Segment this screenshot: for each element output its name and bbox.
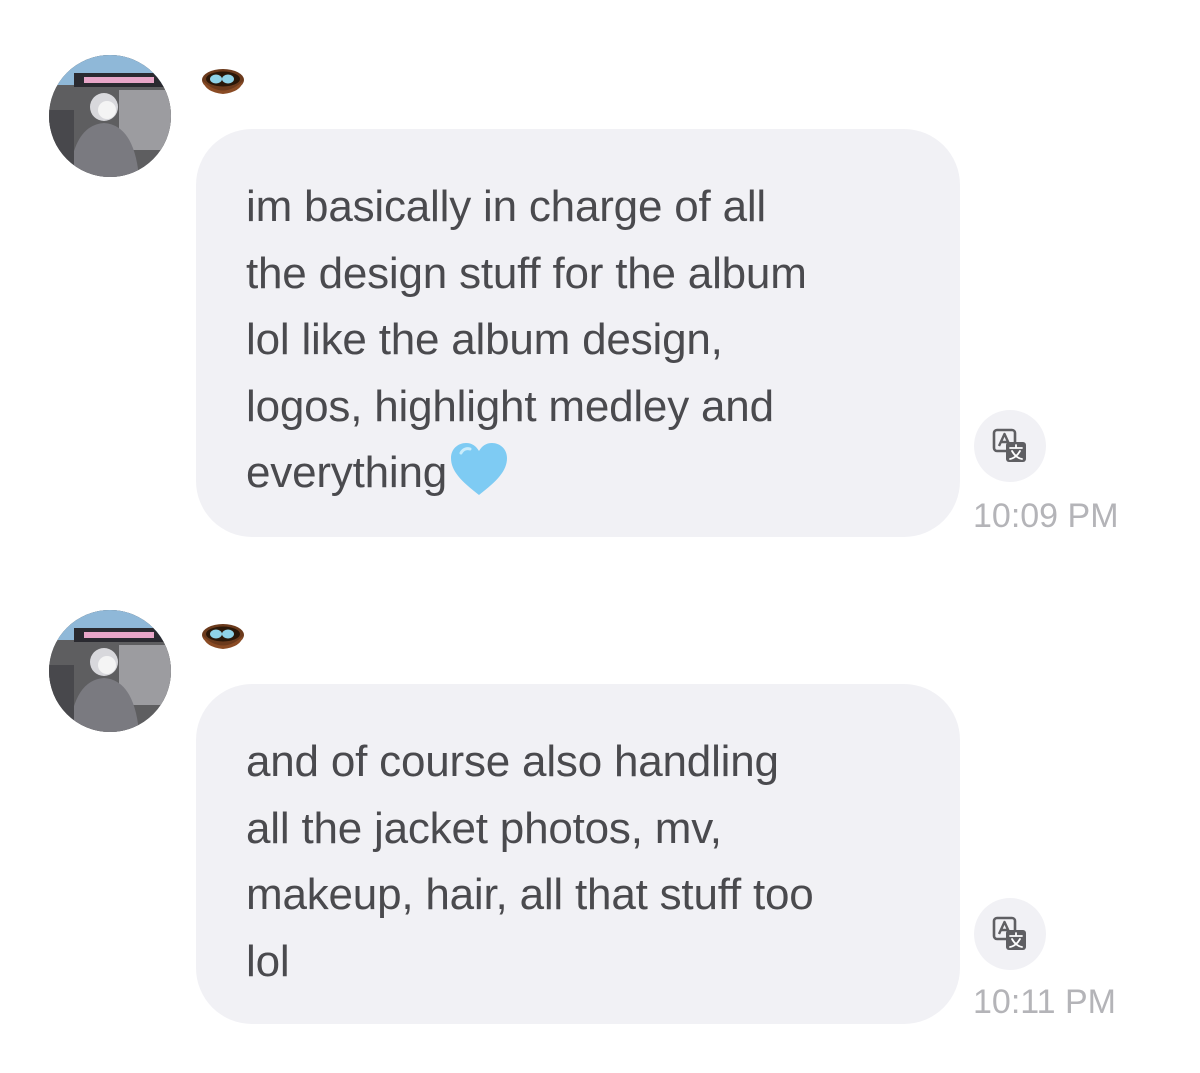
message-line: logos, highlight medley and: [246, 381, 774, 431]
nest-with-eggs-icon: [202, 624, 244, 649]
translate-icon: [992, 916, 1026, 950]
message-text: and of course also handling all the jack…: [246, 729, 930, 995]
message-line: the design stuff for the album: [246, 248, 807, 298]
avatar[interactable]: [49, 610, 171, 732]
message-line: and of course also handling: [246, 737, 779, 786]
message-line: everything: [246, 448, 448, 497]
nest-with-eggs-icon: [202, 69, 244, 94]
message-line: lol like the album design,: [246, 315, 723, 364]
message-line: all the jacket photos, mv,: [246, 803, 722, 853]
message-line: im basically in charge of all: [246, 182, 766, 231]
translate-button[interactable]: [974, 898, 1046, 970]
message-line: makeup, hair, all that stuff too: [246, 870, 814, 919]
message-line-with-emoji: everything: [246, 440, 930, 507]
translate-icon: [992, 428, 1026, 462]
avatar[interactable]: [49, 55, 171, 177]
translate-button[interactable]: [974, 410, 1046, 482]
message-timestamp: 10:09 PM: [973, 497, 1119, 535]
message-text: im basically in charge of all the design…: [246, 174, 930, 507]
message-bubble[interactable]: and of course also handling all the jack…: [196, 684, 960, 1024]
message-timestamp: 10:11 PM: [973, 983, 1117, 1021]
message-line: lol: [246, 936, 290, 986]
light-blue-heart-icon: [451, 443, 508, 495]
message-bubble[interactable]: im basically in charge of all the design…: [196, 129, 960, 537]
